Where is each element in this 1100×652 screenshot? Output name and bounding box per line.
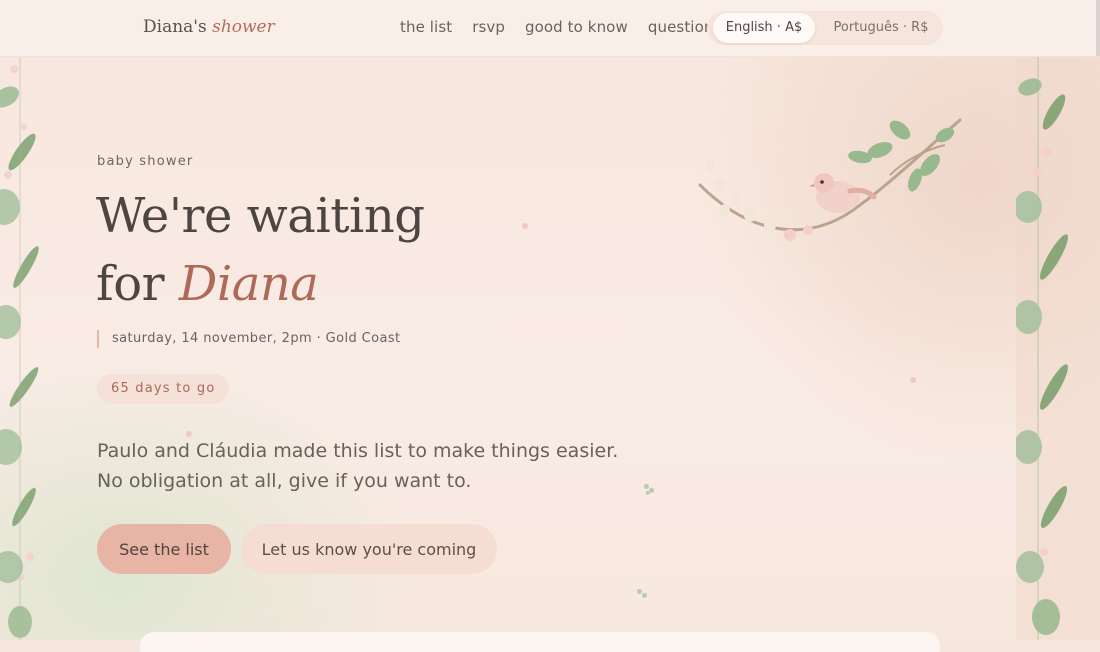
title-line-1: We're waiting: [96, 188, 425, 244]
language-option-english[interactable]: English · A$: [713, 13, 815, 43]
blossom-sparkle-icon: [522, 223, 528, 229]
eucalyptus-leaves-icon: [0, 57, 39, 640]
brand-accent: shower: [212, 17, 275, 37]
countdown-badge: 65 days to go: [97, 374, 230, 404]
event-type-label: baby shower: [97, 154, 194, 169]
main-nav: the list rsvp good to know questions: [400, 18, 741, 36]
next-section-card: [140, 632, 940, 652]
rsvp-button[interactable]: Let us know you're coming: [241, 524, 497, 574]
nav-link-rsvp[interactable]: rsvp: [472, 18, 505, 36]
nav-link-the-list[interactable]: the list: [400, 18, 452, 36]
blossom-sparkle-icon: [636, 588, 648, 598]
top-navigation-bar: Diana's shower the list rsvp good to kno…: [0, 0, 1100, 57]
bird-on-branch-icon: [698, 118, 962, 241]
title-for: for: [96, 256, 165, 312]
eucalyptus-leaves-icon: [1016, 57, 1100, 640]
scrollbar[interactable]: [1096, 0, 1100, 56]
site-logo[interactable]: Diana's shower: [143, 17, 275, 37]
see-the-list-button[interactable]: See the list: [97, 524, 231, 574]
page-title: We're waiting for Diana: [96, 182, 425, 318]
intro-text: Paulo and Cláudia made this list to make…: [97, 436, 657, 496]
intro-line-2: No obligation at all, give if you want t…: [97, 470, 472, 492]
blossom-sparkle-icon: [910, 377, 916, 383]
language-option-portugues[interactable]: Português · R$: [825, 13, 937, 43]
nav-link-good-to-know[interactable]: good to know: [525, 18, 628, 36]
event-date-location: saturday, 14 november, 2pm · Gold Coast: [97, 330, 401, 348]
language-currency-switcher: English · A$ Português · R$: [707, 11, 943, 45]
title-name: Diana: [178, 256, 319, 312]
intro-line-1: Paulo and Cláudia made this list to make…: [97, 440, 619, 462]
brand-name: Diana's: [143, 17, 207, 37]
